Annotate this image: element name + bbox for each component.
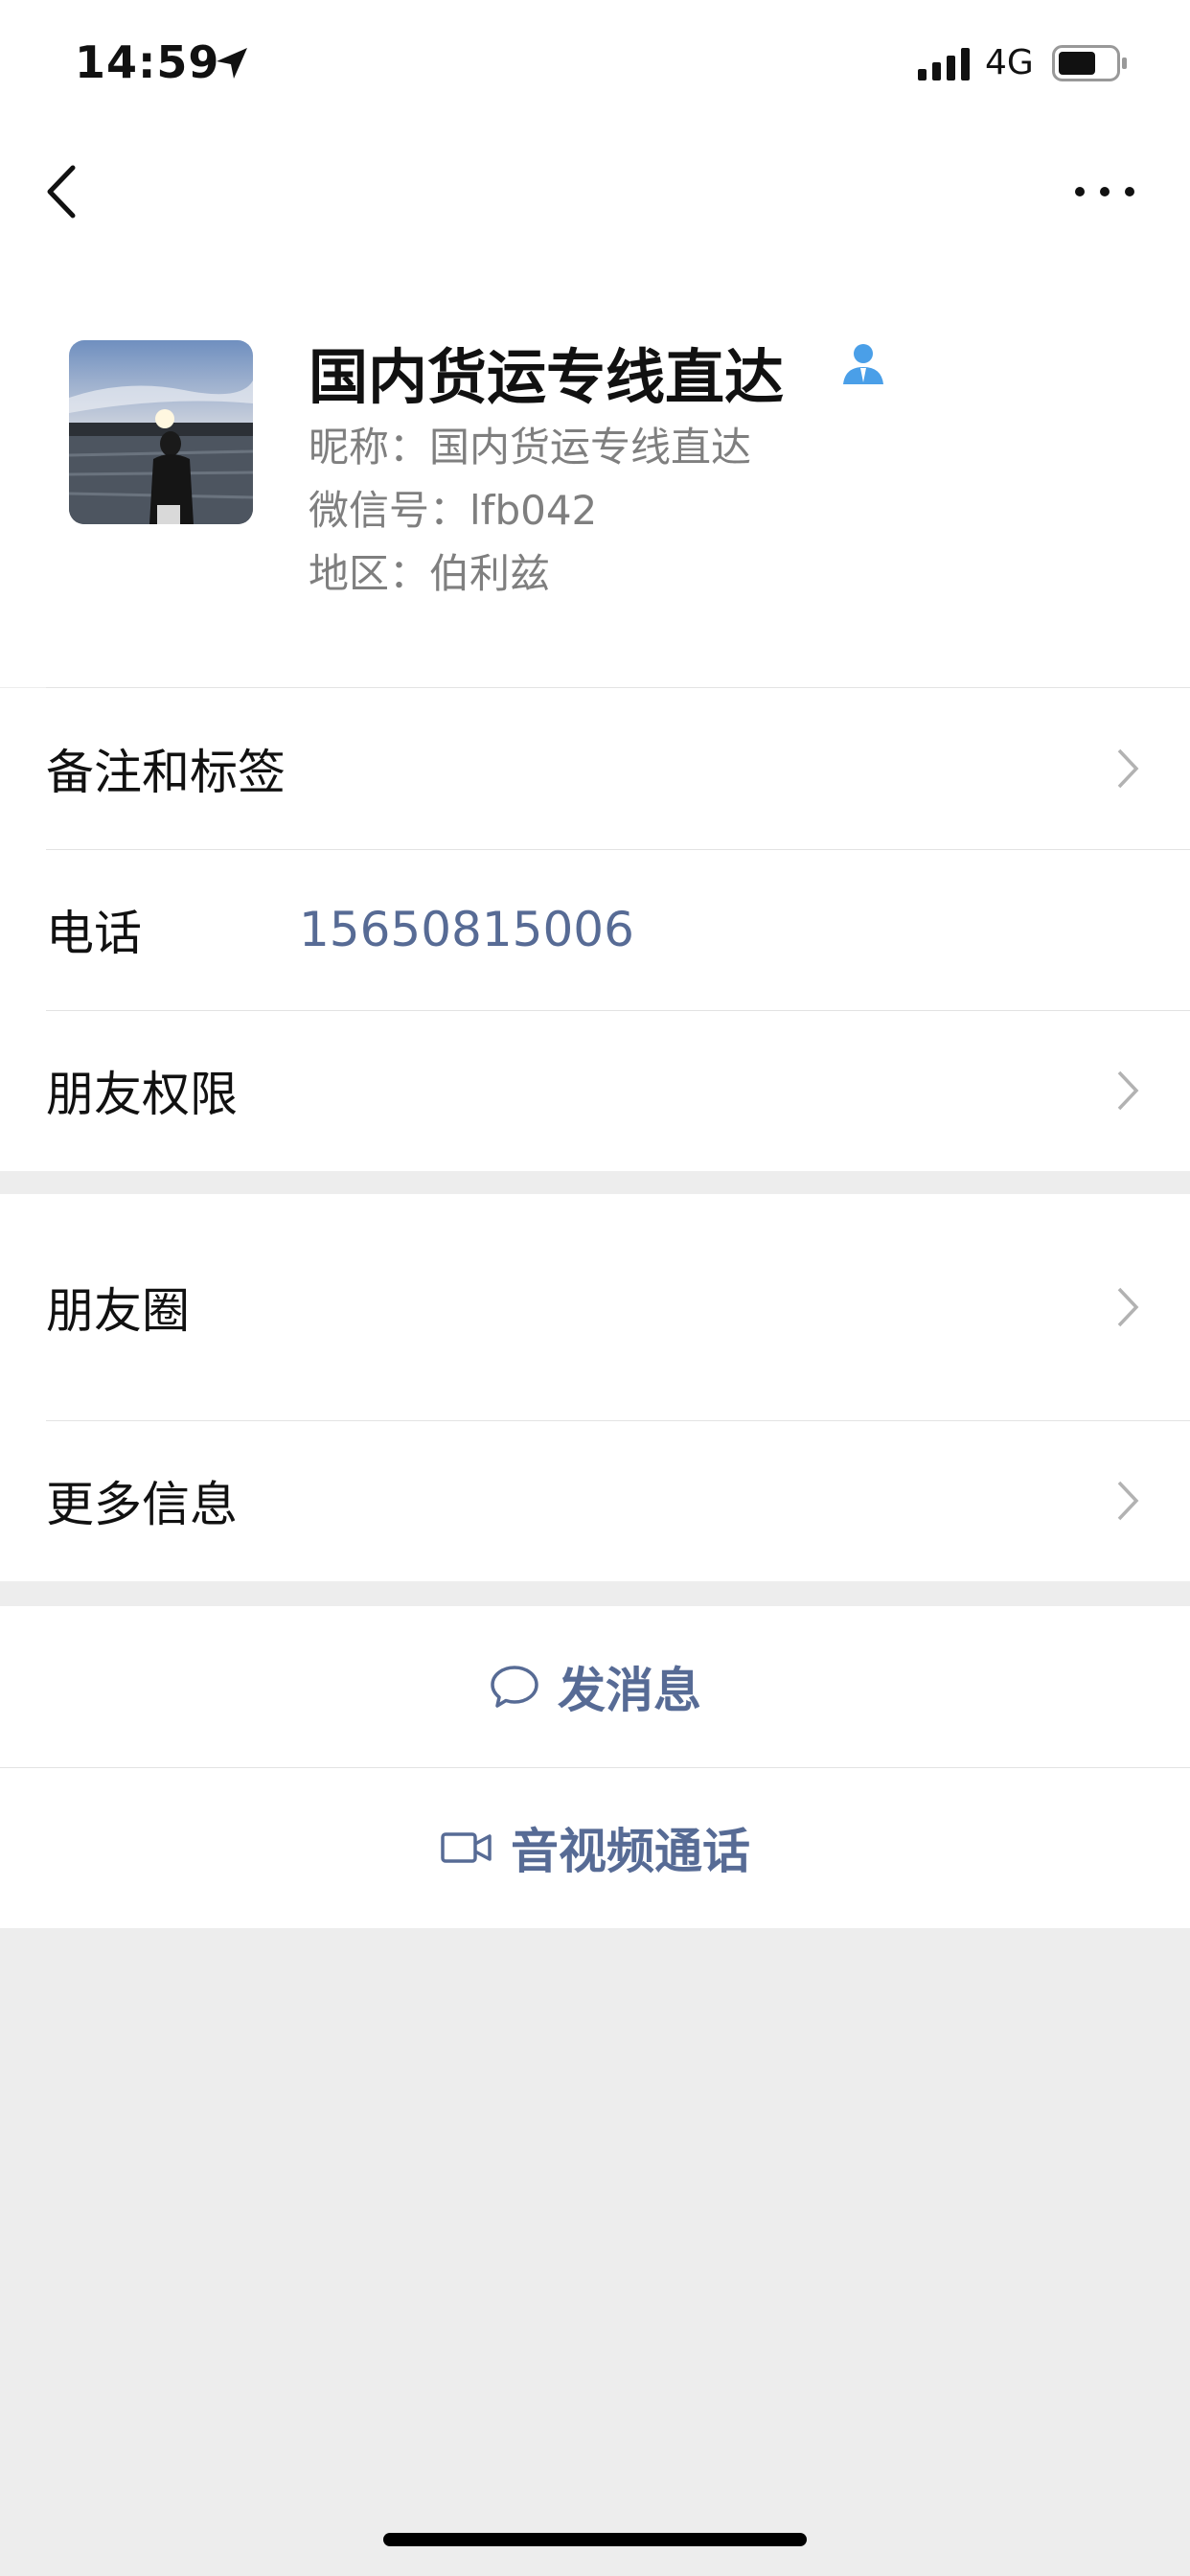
status-time: 14:59 [75,36,220,88]
network-type: 4G [985,43,1034,82]
send-message-label: 发消息 [558,1663,701,1718]
friend-permissions-label: 朋友权限 [46,1067,238,1122]
profile-header: 国内货运专线直达 昵称：国内货运专线直达 微信号：lfb042 地区：伯利兹 [0,254,1190,687]
contact-settings-list: 备注和标签 电话 15650815006 朋友权限 [0,688,1190,1171]
chevron-right-icon [1117,1287,1139,1327]
phone-row: 电话 15650815006 [0,849,1190,1010]
more-info-row[interactable]: 更多信息 [0,1420,1190,1581]
phone-label: 电话 [46,906,142,961]
region-text: 地区：伯利兹 [309,550,551,597]
wechat-id-text: 微信号：lfb042 [309,487,598,534]
nickname-text: 昵称：国内货运专线直达 [309,424,752,471]
chevron-right-icon [1117,1481,1139,1521]
friend-permissions-row[interactable]: 朋友权限 [0,1010,1190,1171]
audio-video-call-button[interactable]: 音视频通话 [0,1767,1190,1928]
phone-number-link[interactable]: 15650815006 [299,902,634,957]
avatar[interactable] [69,340,253,524]
more-info-label: 更多信息 [46,1477,238,1532]
moments-label: 朋友圈 [46,1283,190,1339]
chevron-right-icon [1117,748,1139,789]
send-message-button[interactable]: 发消息 [0,1606,1190,1767]
more-options-icon[interactable] [1071,168,1138,216]
chat-bubble-icon [491,1666,538,1708]
moments-info-list: 朋友圈 更多信息 [0,1194,1190,1581]
moments-row[interactable]: 朋友圈 [0,1194,1190,1420]
chevron-right-icon [1117,1070,1139,1111]
profile-name: 国内货运专线直达 [309,342,785,412]
battery-icon [1052,45,1127,81]
cellular-signal-icon [918,48,970,80]
audio-video-call-label: 音视频通话 [511,1824,750,1879]
location-arrow-icon [217,48,247,79]
remark-and-tags-label: 备注和标签 [46,745,286,800]
back-arrow-icon[interactable] [38,158,86,225]
status-bar: 14:59 4G [0,0,1190,129]
video-camera-icon [441,1832,492,1863]
remark-and-tags-row[interactable]: 备注和标签 [0,688,1190,849]
home-indicator[interactable] [383,2533,807,2546]
contact-person-icon [843,344,883,384]
actions-list: 发消息 音视频通话 [0,1606,1190,1928]
navigation-bar [0,129,1190,254]
